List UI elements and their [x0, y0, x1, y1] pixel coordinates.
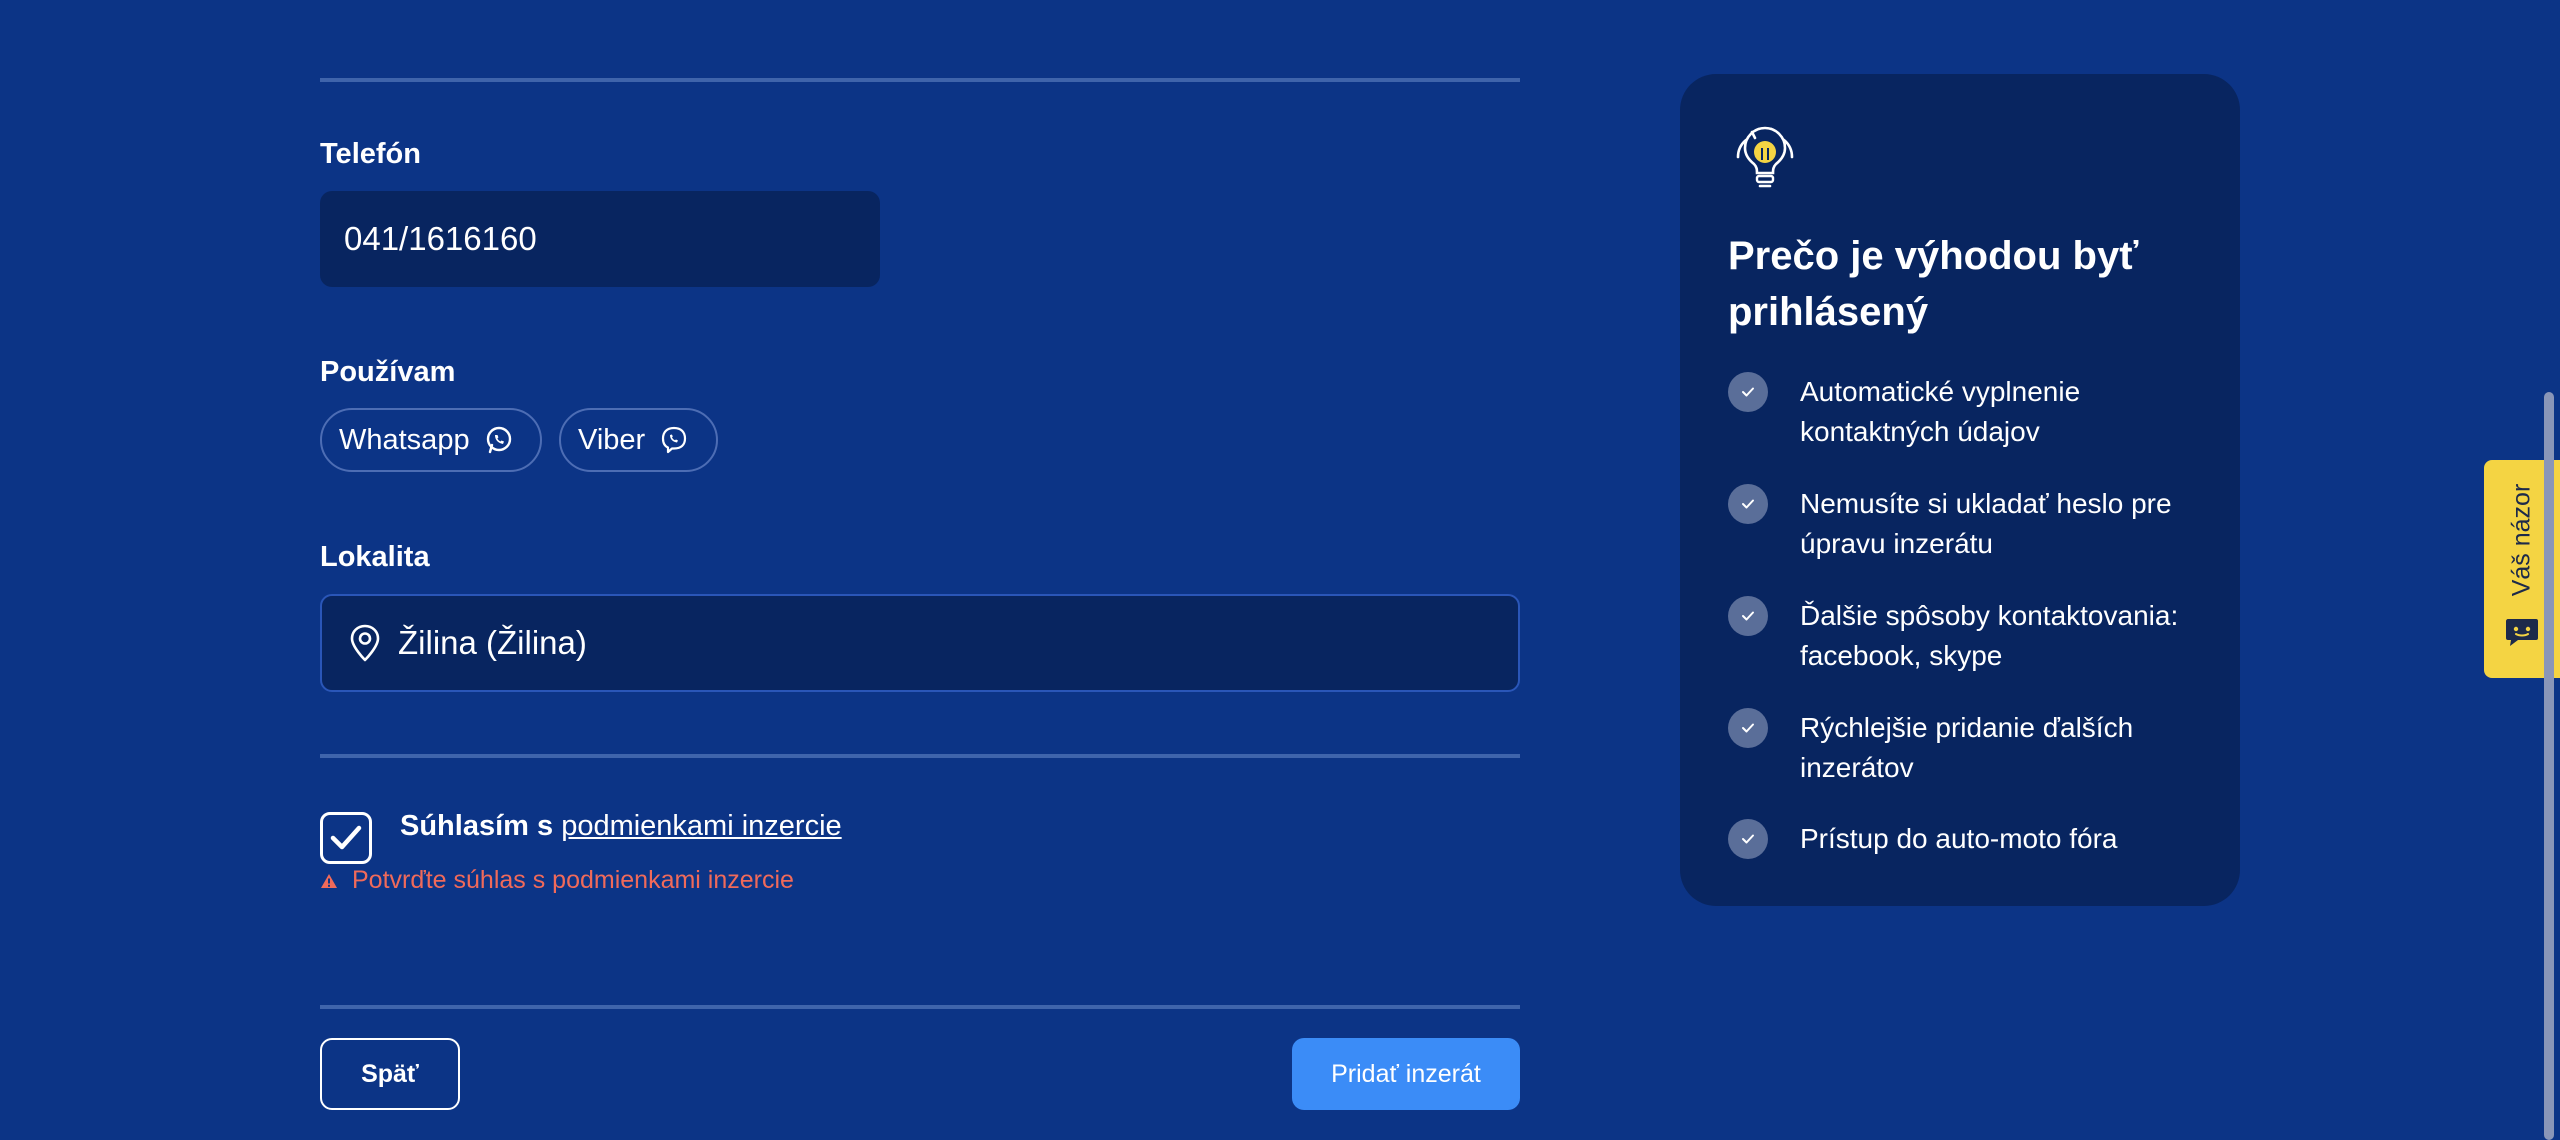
whatsapp-toggle[interactable]: Whatsapp	[320, 408, 542, 472]
feedback-label: Váš názor	[2507, 483, 2536, 597]
scrollbar-thumb[interactable]	[2544, 392, 2554, 1140]
section-divider	[320, 78, 1520, 82]
phone-label: Telefón	[320, 138, 421, 170]
consent-error: Potvrďte súhlas s podmienkami inzercie	[320, 866, 794, 895]
phone-input[interactable]: 041/1616160	[320, 191, 880, 287]
consent-prefix: Súhlasím s	[400, 810, 554, 842]
whatsapp-icon	[484, 425, 514, 455]
login-benefits-card: Prečo je výhodou byť prihlásený Automati…	[1680, 74, 2240, 906]
check-icon	[1728, 708, 1768, 748]
checkmark-icon	[329, 823, 363, 853]
section-divider	[320, 1005, 1520, 1009]
benefit-item: Automatické vyplnenie kontaktných údajov	[1728, 372, 2208, 452]
page: Telefón 041/1616160 Používam Whatsapp Vi…	[0, 0, 2560, 1140]
consent-text: Súhlasím s podmienkami inzercie	[400, 810, 842, 843]
lightbulb-icon	[1732, 126, 1798, 203]
section-divider	[320, 754, 1520, 758]
submit-ad-button[interactable]: Pridať inzerát	[1292, 1038, 1520, 1110]
location-label: Lokalita	[320, 541, 430, 573]
chat-bot-icon	[2504, 616, 2540, 653]
viber-icon	[659, 425, 689, 455]
terms-link[interactable]: podmienkami inzercie	[561, 810, 841, 842]
benefit-text: Ďalšie spôsoby kontaktovania: facebook, …	[1800, 600, 2179, 671]
consent-error-text: Potvrďte súhlas s podmienkami inzercie	[352, 866, 794, 894]
location-pin-icon	[348, 623, 382, 663]
benefit-item: Nemusíte si ukladať heslo pre úpravu inz…	[1728, 484, 2208, 564]
phone-value: 041/1616160	[344, 220, 537, 257]
back-button[interactable]: Späť	[320, 1038, 460, 1110]
check-icon	[1728, 596, 1768, 636]
benefits-title: Prečo je výhodou byť prihlásený	[1728, 234, 2139, 334]
benefit-text: Nemusíte si ukladať heslo pre úpravu inz…	[1800, 488, 2172, 559]
check-icon	[1728, 819, 1768, 859]
whatsapp-label: Whatsapp	[339, 423, 470, 456]
benefit-text: Rýchlejšie pridanie ďalších inzerátov	[1800, 712, 2134, 783]
viber-label: Viber	[578, 423, 646, 456]
warning-icon	[320, 873, 338, 889]
consent-checkbox[interactable]	[320, 812, 372, 864]
location-input[interactable]: Žilina (Žilina)	[320, 594, 1520, 692]
benefit-item: Ďalšie spôsoby kontaktovania: facebook, …	[1728, 596, 2208, 676]
check-icon	[1728, 372, 1768, 412]
benefit-item: Rýchlejšie pridanie ďalších inzerátov	[1728, 708, 2208, 788]
check-icon	[1728, 484, 1768, 524]
location-value: Žilina (Žilina)	[398, 624, 587, 661]
benefit-item: Prístup do auto-moto fóra	[1728, 819, 2208, 859]
viber-toggle[interactable]: Viber	[559, 408, 718, 472]
messengers-label: Používam	[320, 356, 456, 388]
benefit-text: Prístup do auto-moto fóra	[1800, 823, 2118, 854]
benefit-text: Automatické vyplnenie kontaktných údajov	[1800, 376, 2081, 447]
